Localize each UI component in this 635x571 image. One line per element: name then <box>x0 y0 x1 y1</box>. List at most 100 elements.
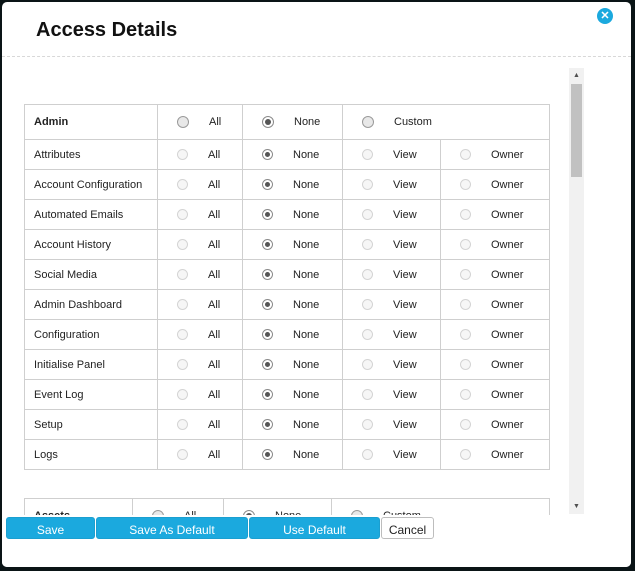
setup-option-owner[interactable]: Owner <box>441 410 549 439</box>
radio-button[interactable] <box>460 209 471 220</box>
radio-button[interactable] <box>362 116 374 128</box>
radio-button[interactable] <box>362 449 373 460</box>
automated-emails-option-none[interactable]: None <box>243 200 342 229</box>
event-log-option-owner[interactable]: Owner <box>441 380 549 409</box>
radio-button[interactable] <box>460 269 471 280</box>
assets-option-none[interactable]: None <box>224 499 331 515</box>
radio-button[interactable] <box>362 179 373 190</box>
radio-button[interactable] <box>177 299 188 310</box>
radio-button[interactable] <box>460 389 471 400</box>
social-media-option-owner[interactable]: Owner <box>441 260 549 289</box>
save-changes-button[interactable]: Save Changes <box>6 517 95 559</box>
radio-button[interactable] <box>460 449 471 460</box>
radio-button[interactable] <box>460 419 471 430</box>
vertical-scrollbar[interactable]: ▲ ▼ <box>569 68 584 514</box>
radio-button[interactable] <box>362 329 373 340</box>
radio-button[interactable] <box>460 149 471 160</box>
account-configuration-option-owner[interactable]: Owner <box>441 170 549 199</box>
radio-button[interactable] <box>262 419 273 430</box>
radio-button[interactable] <box>177 149 188 160</box>
setup-option-all[interactable]: All <box>158 410 242 439</box>
initialise-panel-option-view[interactable]: View <box>343 350 440 379</box>
radio-button[interactable] <box>362 359 373 370</box>
radio-button[interactable] <box>177 329 188 340</box>
close-icon[interactable]: ✕ <box>597 8 613 24</box>
radio-button[interactable] <box>177 179 188 190</box>
admin-option-none[interactable]: None <box>243 105 342 139</box>
assets-option-all[interactable]: All <box>133 499 223 515</box>
configuration-option-none[interactable]: None <box>243 320 342 349</box>
social-media-option-none[interactable]: None <box>243 260 342 289</box>
use-default-permission-button[interactable]: Use Default Permission <box>249 517 380 559</box>
admin-dashboard-option-all[interactable]: All <box>158 290 242 319</box>
radio-button[interactable] <box>177 239 188 250</box>
admin-option-custom[interactable]: Custom <box>343 105 549 139</box>
scrollbar-thumb[interactable] <box>571 84 582 177</box>
permissions-scroll-area[interactable]: Admin All None Custom Attributes All None View O… <box>2 57 631 515</box>
event-log-option-all[interactable]: All <box>158 380 242 409</box>
admin-dashboard-option-owner[interactable]: Owner <box>441 290 549 319</box>
radio-button[interactable] <box>262 299 273 310</box>
radio-button[interactable] <box>460 329 471 340</box>
radio-button[interactable] <box>362 389 373 400</box>
radio-button[interactable] <box>177 359 188 370</box>
logs-option-view[interactable]: View <box>343 440 440 469</box>
admin-dashboard-option-none[interactable]: None <box>243 290 342 319</box>
account-history-option-none[interactable]: None <box>243 230 342 259</box>
radio-button[interactable] <box>362 299 373 310</box>
account-history-option-all[interactable]: All <box>158 230 242 259</box>
radio-button[interactable] <box>262 449 273 460</box>
configuration-option-all[interactable]: All <box>158 320 242 349</box>
radio-button[interactable] <box>262 179 273 190</box>
radio-button[interactable] <box>262 209 273 220</box>
setup-option-none[interactable]: None <box>243 410 342 439</box>
radio-button[interactable] <box>177 116 189 128</box>
radio-button[interactable] <box>262 149 273 160</box>
social-media-option-view[interactable]: View <box>343 260 440 289</box>
admin-option-all[interactable]: All <box>158 105 242 139</box>
logs-option-owner[interactable]: Owner <box>441 440 549 469</box>
radio-button[interactable] <box>177 269 188 280</box>
logs-option-all[interactable]: All <box>158 440 242 469</box>
configuration-option-owner[interactable]: Owner <box>441 320 549 349</box>
account-history-option-owner[interactable]: Owner <box>441 230 549 259</box>
account-configuration-option-view[interactable]: View <box>343 170 440 199</box>
attributes-option-view[interactable]: View <box>343 140 440 169</box>
radio-button[interactable] <box>460 359 471 370</box>
logs-option-none[interactable]: None <box>243 440 342 469</box>
setup-option-view[interactable]: View <box>343 410 440 439</box>
radio-button[interactable] <box>362 269 373 280</box>
radio-button[interactable] <box>177 449 188 460</box>
radio-button[interactable] <box>262 239 273 250</box>
radio-button[interactable] <box>460 179 471 190</box>
initialise-panel-option-owner[interactable]: Owner <box>441 350 549 379</box>
radio-button[interactable] <box>460 239 471 250</box>
attributes-option-none[interactable]: None <box>243 140 342 169</box>
radio-button[interactable] <box>177 209 188 220</box>
account-history-option-view[interactable]: View <box>343 230 440 259</box>
scroll-up-icon[interactable]: ▲ <box>569 68 584 83</box>
admin-dashboard-option-view[interactable]: View <box>343 290 440 319</box>
scroll-down-icon[interactable]: ▼ <box>569 499 584 514</box>
radio-button[interactable] <box>262 359 273 370</box>
radio-button[interactable] <box>262 389 273 400</box>
automated-emails-option-all[interactable]: All <box>158 200 242 229</box>
radio-button[interactable] <box>177 419 188 430</box>
attributes-option-all[interactable]: All <box>158 140 242 169</box>
radio-button[interactable] <box>262 269 273 280</box>
cancel-button[interactable]: Cancel <box>381 517 434 539</box>
account-configuration-option-none[interactable]: None <box>243 170 342 199</box>
radio-button[interactable] <box>362 149 373 160</box>
save-as-default-permission-button[interactable]: Save As Default Permission <box>96 517 248 559</box>
event-log-option-none[interactable]: None <box>243 380 342 409</box>
radio-button[interactable] <box>262 116 274 128</box>
radio-button[interactable] <box>177 389 188 400</box>
radio-button[interactable] <box>362 239 373 250</box>
automated-emails-option-view[interactable]: View <box>343 200 440 229</box>
configuration-option-view[interactable]: View <box>343 320 440 349</box>
automated-emails-option-owner[interactable]: Owner <box>441 200 549 229</box>
assets-option-custom[interactable]: Custom <box>332 499 549 515</box>
account-configuration-option-all[interactable]: All <box>158 170 242 199</box>
radio-button[interactable] <box>460 299 471 310</box>
social-media-option-all[interactable]: All <box>158 260 242 289</box>
